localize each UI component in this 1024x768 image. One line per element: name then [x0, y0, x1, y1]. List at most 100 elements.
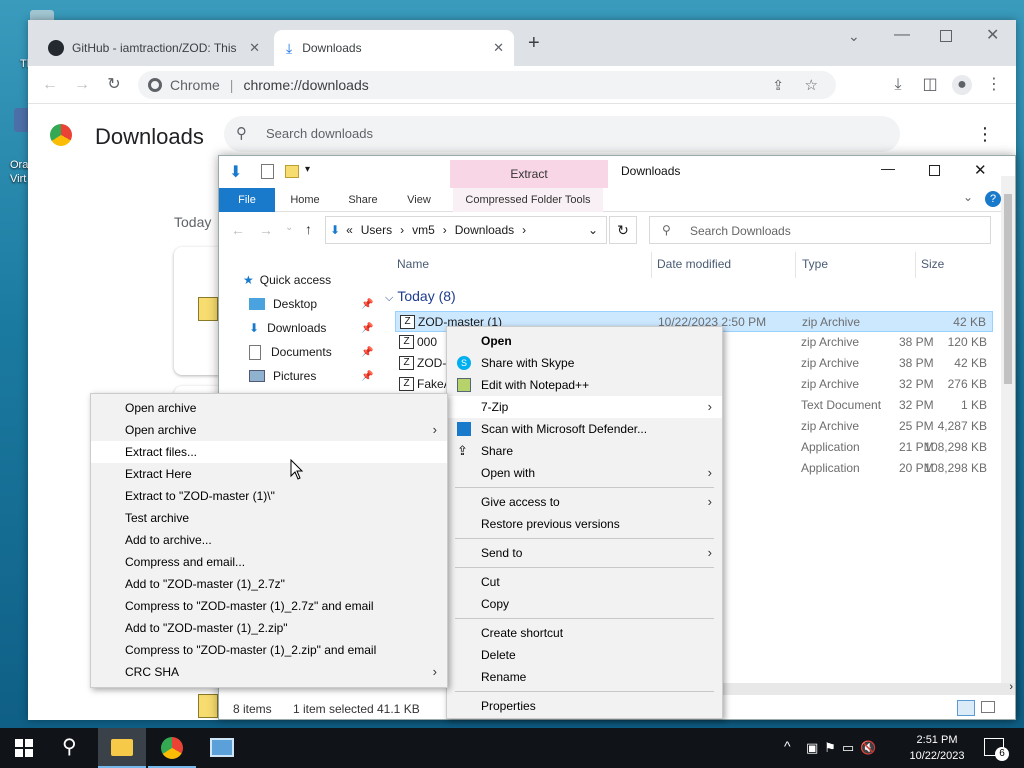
back-icon[interactable]: ← [231, 222, 245, 238]
menu-item-restore-versions[interactable]: Restore previous versions [447, 513, 722, 535]
taskbar-file-explorer[interactable] [98, 728, 146, 768]
notification-center-icon[interactable]: 6 [984, 738, 1009, 761]
search-button[interactable]: ⚲ [48, 728, 96, 768]
share-icon[interactable]: ⇪ [772, 77, 784, 94]
tab-home[interactable]: Home [281, 188, 329, 212]
nav-pictures[interactable]: Pictures 📌 [249, 365, 373, 387]
quick-access-dropdown-icon[interactable]: ▾ [305, 164, 310, 175]
menu-item-send-to[interactable]: Send to › [447, 542, 722, 564]
downloads-search[interactable]: ⚲ Search downloads [224, 116, 900, 152]
menu-item-extract-to[interactable]: Extract to "ZOD-master (1)\" [91, 485, 447, 507]
menu-item-extract-files[interactable]: Extract files... [91, 441, 447, 463]
menu-item-edit-notepad[interactable]: Edit with Notepad++ [447, 374, 722, 396]
chevron-right-icon[interactable]: › [443, 223, 447, 237]
profile-icon[interactable]: ● [952, 75, 972, 95]
tab-github[interactable]: GitHub - iamtraction/ZOD: This ✕ [36, 30, 270, 66]
recent-locations-icon[interactable]: ⌄ [285, 222, 293, 233]
close-icon[interactable]: ✕ [493, 40, 504, 56]
chevron-down-icon[interactable]: ⌄ [848, 28, 860, 45]
new-tab-button[interactable]: + [528, 32, 540, 55]
tab-share[interactable]: Share [339, 188, 387, 212]
menu-item-crc-sha[interactable]: CRC SHA › [91, 661, 447, 683]
chevron-right-icon[interactable]: › [522, 223, 526, 237]
breadcrumb-prefix[interactable]: « [346, 223, 353, 237]
close-icon[interactable]: ✕ [249, 40, 260, 56]
menu-item-rename[interactable]: Rename [447, 666, 722, 688]
scrollbar-thumb[interactable] [1004, 194, 1012, 384]
vertical-scrollbar[interactable] [1001, 176, 1015, 686]
new-folder-icon[interactable] [285, 165, 299, 178]
column-header-size[interactable]: Size [921, 257, 944, 271]
tab-view[interactable]: View [395, 188, 443, 212]
side-panel-icon[interactable]: ◫ [920, 75, 940, 95]
nav-documents[interactable]: Documents 📌 [249, 341, 373, 363]
tab-downloads[interactable]: ⤓ Downloads ✕ [274, 30, 514, 66]
tab-file[interactable]: File [219, 188, 275, 212]
help-icon[interactable]: ? [985, 191, 1001, 207]
menu-item-copy[interactable]: Copy [447, 593, 722, 615]
breadcrumb-downloads[interactable]: Downloads [455, 223, 514, 237]
close-icon[interactable]: ✕ [974, 161, 987, 179]
details-view-icon[interactable] [957, 700, 975, 716]
tray-clock[interactable]: 2:51 PM 10/22/2023 [906, 732, 968, 764]
up-icon[interactable]: ↑ [305, 221, 312, 237]
menu-item-test-archive[interactable]: Test archive [91, 507, 447, 529]
menu-item-add-zip[interactable]: Add to "ZOD-master (1)_2.zip" [91, 617, 447, 639]
breadcrumb-users[interactable]: Users [361, 223, 392, 237]
minimize-icon[interactable]: — [881, 160, 895, 176]
forward-icon[interactable]: → [72, 75, 92, 95]
menu-item-add-7z[interactable]: Add to "ZOD-master (1)_2.7z" [91, 573, 447, 595]
reload-icon[interactable]: ↻ [104, 75, 124, 95]
nav-desktop[interactable]: Desktop 📌 [249, 293, 373, 315]
menu-item-add-to-archive[interactable]: Add to archive... [91, 529, 447, 551]
menu-dots-icon[interactable]: ⋮ [976, 124, 994, 145]
tab-compressed-folder-tools[interactable]: Compressed Folder Tools [453, 188, 603, 212]
horizontal-scrollbar[interactable]: › [723, 681, 1015, 695]
column-header-date[interactable]: Date modified [657, 257, 731, 271]
properties-icon[interactable] [261, 164, 274, 179]
close-icon[interactable]: ✕ [986, 25, 999, 45]
tray-icons[interactable]: ▣⚑▭🔇 [806, 740, 882, 756]
menu-item-delete[interactable]: Delete [447, 644, 722, 666]
omnibox[interactable]: Chrome | chrome://downloads ⇪ ☆ [138, 71, 836, 99]
taskbar-chrome[interactable] [148, 728, 196, 768]
nav-quick-access[interactable]: ★ Quick access [243, 269, 331, 291]
menu-item-extract-here[interactable]: Extract Here [91, 463, 447, 485]
menu-dots-icon[interactable]: ⋮ [984, 75, 1004, 95]
taskbar-app[interactable] [198, 728, 246, 768]
menu-item-open-with[interactable]: Open with › [447, 462, 722, 484]
downloads-icon[interactable]: ⤓ [888, 75, 908, 95]
breadcrumb-vm5[interactable]: vm5 [412, 223, 435, 237]
column-header-type[interactable]: Type [802, 257, 828, 271]
menu-item-open-archive[interactable]: Open archive [91, 397, 447, 419]
menu-item-compress-zip-email[interactable]: Compress to "ZOD-master (1)_2.zip" and e… [91, 639, 447, 661]
refresh-icon[interactable]: ↻ [609, 216, 637, 244]
start-button[interactable] [0, 728, 48, 768]
large-icons-view-icon[interactable] [981, 701, 995, 713]
chevron-down-icon[interactable]: ⌄ [963, 190, 973, 204]
column-header-name[interactable]: Name [397, 257, 429, 271]
minimize-icon[interactable]: — [894, 26, 910, 44]
menu-item-share[interactable]: ⇪ Share [447, 440, 722, 462]
back-icon[interactable]: ← [40, 75, 60, 95]
nav-downloads[interactable]: ⬇ Downloads 📌 [249, 317, 373, 339]
menu-item-7zip[interactable]: 7-Zip › [447, 396, 722, 418]
menu-item-cut[interactable]: Cut [447, 571, 722, 593]
group-header-today[interactable]: ⌵ Today (8) [385, 288, 456, 305]
show-hidden-icons[interactable]: ^ [784, 738, 791, 754]
menu-item-scan-defender[interactable]: Scan with Microsoft Defender... [447, 418, 722, 440]
menu-item-share-skype[interactable]: S Share with Skype [447, 352, 722, 374]
menu-item-create-shortcut[interactable]: Create shortcut [447, 622, 722, 644]
chevron-right-icon[interactable]: › [1009, 681, 1013, 693]
chevron-right-icon[interactable]: › [400, 223, 404, 237]
chevron-down-icon[interactable]: ⌄ [588, 223, 598, 237]
menu-item-properties[interactable]: Properties [447, 695, 722, 717]
maximize-icon[interactable] [929, 165, 940, 176]
forward-icon[interactable]: → [259, 222, 273, 238]
menu-item-open[interactable]: Open [447, 330, 722, 352]
menu-item-give-access[interactable]: Give access to › [447, 491, 722, 513]
maximize-icon[interactable] [940, 30, 952, 42]
explorer-search[interactable]: ⚲ Search Downloads [649, 216, 991, 244]
menu-item-compress-7z-email[interactable]: Compress to "ZOD-master (1)_2.7z" and em… [91, 595, 447, 617]
menu-item-open-archive-sub[interactable]: Open archive › [91, 419, 447, 441]
